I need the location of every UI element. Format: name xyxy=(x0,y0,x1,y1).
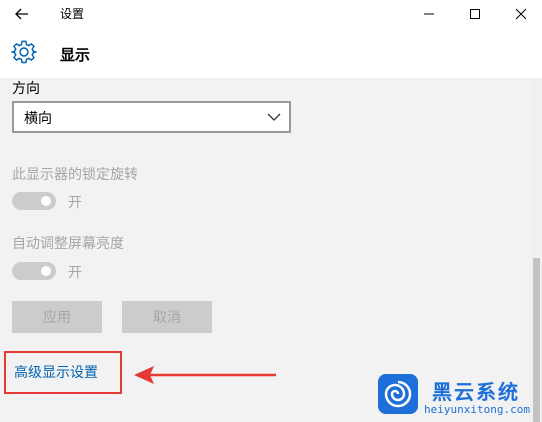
title-bar: 设置 xyxy=(0,0,542,28)
minimize-icon xyxy=(424,13,434,15)
watermark-logo-icon xyxy=(378,374,418,414)
back-arrow-icon xyxy=(15,8,28,20)
watermark: 黑云系统 heiyunxitong.com xyxy=(376,374,542,422)
auto-brightness-toggle[interactable] xyxy=(12,262,56,280)
back-button[interactable] xyxy=(8,2,36,26)
highlight-box: 高级显示设置 xyxy=(4,351,122,394)
chevron-down-icon xyxy=(267,113,281,121)
cancel-button[interactable]: 取消 xyxy=(122,301,212,333)
watermark-url: heiyunxitong.com xyxy=(424,403,530,416)
auto-brightness-state: 开 xyxy=(68,265,82,281)
advanced-display-settings-link[interactable]: 高级显示设置 xyxy=(14,362,98,382)
watermark-name: 黑云系统 xyxy=(432,380,520,404)
rotation-lock-state: 开 xyxy=(68,195,82,211)
settings-content: 方向 横向 此显示器的锁定旋转 开 自动调整屏幕亮度 开 应用 取消 高级显示设… xyxy=(0,78,531,422)
gear-icon xyxy=(11,40,37,64)
annotation-arrow-icon xyxy=(134,366,276,384)
toggle-knob xyxy=(41,266,51,276)
page-header: 显示 xyxy=(0,28,542,78)
window-title: 设置 xyxy=(60,7,85,21)
orientation-label: 方向 xyxy=(12,81,40,97)
orientation-dropdown[interactable]: 横向 xyxy=(12,101,291,133)
apply-button[interactable]: 应用 xyxy=(12,301,102,333)
settings-window: 设置 显示 方向 横向 此显示器的锁定旋转 开 自动调整屏幕亮度 开 应用 取消… xyxy=(0,0,542,422)
rotation-lock-toggle[interactable] xyxy=(12,192,56,210)
maximize-button[interactable] xyxy=(452,0,498,28)
rotation-lock-label: 此显示器的锁定旋转 xyxy=(12,167,138,183)
minimize-button[interactable] xyxy=(406,0,452,28)
scrollbar[interactable] xyxy=(531,78,542,422)
toggle-knob xyxy=(41,196,51,206)
auto-brightness-label: 自动调整屏幕亮度 xyxy=(12,236,124,252)
page-title: 显示 xyxy=(60,46,91,64)
close-button[interactable] xyxy=(498,0,542,28)
maximize-icon xyxy=(470,9,480,19)
close-icon xyxy=(515,8,527,20)
orientation-value: 横向 xyxy=(24,111,52,127)
